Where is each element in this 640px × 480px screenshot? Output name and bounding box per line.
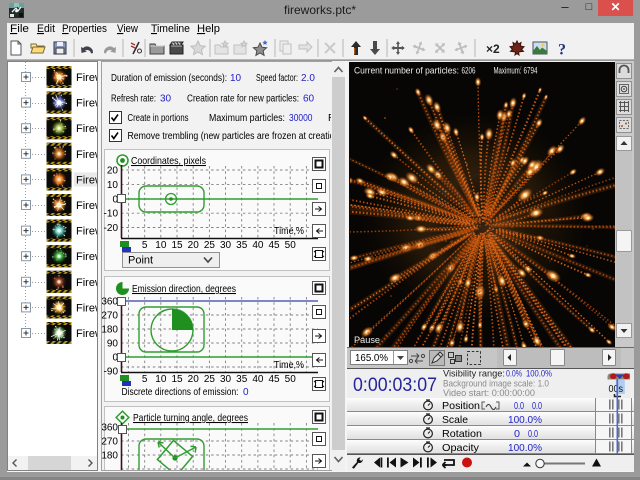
- svg-text:0: 0: [514, 428, 520, 440]
- svg-text:00s: 00s: [609, 383, 624, 395]
- svg-text:90: 90: [107, 339, 119, 350]
- svg-text:360: 360: [102, 423, 118, 434]
- svg-text:Create in portions: Create in portions: [128, 113, 189, 124]
- svg-text:Edit: Edit: [37, 23, 55, 35]
- svg-text:100.0%: 100.0%: [508, 442, 542, 454]
- svg-text:30000: 30000: [289, 113, 313, 124]
- svg-text:Firew: Firew: [76, 200, 97, 212]
- svg-text:-20: -20: [104, 223, 119, 234]
- svg-text:-10: -10: [104, 209, 119, 220]
- svg-text:35: 35: [236, 240, 248, 251]
- svg-text:Properties: Properties: [62, 23, 107, 35]
- svg-text:×2: ×2: [486, 42, 500, 56]
- svg-text:?: ?: [558, 42, 566, 59]
- svg-text:20: 20: [107, 166, 119, 177]
- svg-text:15: 15: [171, 240, 183, 251]
- svg-text:Particle turning angle, degree: Particle turning angle, degrees: [133, 412, 248, 424]
- svg-text:Creation rate for new particle: Creation rate for new particles:: [187, 94, 299, 105]
- svg-text:270: 270: [102, 311, 118, 322]
- svg-text:60: 60: [303, 94, 315, 105]
- svg-text:Point: Point: [128, 255, 153, 267]
- svg-text:0:00:03:07: 0:00:03:07: [353, 375, 437, 396]
- svg-text:Firew: Firew: [76, 328, 97, 340]
- svg-text:Firew: Firew: [76, 149, 97, 161]
- svg-text:165.0%: 165.0%: [355, 352, 388, 364]
- svg-text:R: R: [328, 113, 331, 124]
- svg-text:Firew: Firew: [76, 98, 97, 110]
- svg-text:Firew: Firew: [76, 174, 97, 186]
- svg-text:5: 5: [142, 374, 148, 385]
- svg-text:Remove trembling (new particle: Remove trembling (new particles are froz…: [128, 131, 332, 142]
- svg-text:40: 40: [252, 374, 264, 385]
- svg-text:0.0: 0.0: [532, 400, 542, 412]
- svg-text:5: 5: [142, 240, 148, 251]
- svg-text:Firew: Firew: [76, 123, 97, 135]
- svg-text:Firew: Firew: [76, 226, 97, 238]
- svg-text:2.0: 2.0: [301, 73, 315, 84]
- svg-text:Emission direction, degrees: Emission direction, degrees: [132, 283, 236, 295]
- svg-text:20: 20: [188, 240, 200, 251]
- svg-text:180: 180: [102, 325, 118, 336]
- svg-text:25: 25: [204, 240, 216, 251]
- svg-text:0.0: 0.0: [528, 428, 538, 440]
- svg-text:Firew: Firew: [76, 251, 97, 263]
- svg-text:Position: Position: [442, 400, 480, 412]
- svg-text:30: 30: [160, 94, 172, 105]
- svg-text:30: 30: [220, 240, 232, 251]
- svg-text:0.0: 0.0: [514, 400, 524, 412]
- svg-text:35: 35: [236, 374, 248, 385]
- svg-text:View: View: [117, 23, 138, 35]
- svg-text:6794: 6794: [524, 66, 538, 77]
- svg-text:Time,%: Time,%: [274, 226, 304, 237]
- svg-text:10: 10: [155, 374, 167, 385]
- svg-text:Firew: Firew: [76, 72, 97, 84]
- svg-text:Coordinates, pixels: Coordinates, pixels: [131, 155, 206, 167]
- svg-text:10: 10: [107, 180, 119, 191]
- svg-text:Rotation: Rotation: [442, 428, 482, 440]
- svg-text:6206: 6206: [462, 66, 476, 77]
- svg-text:50: 50: [285, 240, 297, 251]
- svg-text:40: 40: [252, 240, 264, 251]
- svg-text:15: 15: [171, 374, 183, 385]
- svg-text:Discrete directions of emissio: Discrete directions of emission:: [122, 387, 239, 398]
- svg-text:Firew: Firew: [76, 277, 97, 289]
- svg-text:180: 180: [102, 451, 118, 462]
- svg-text:0: 0: [243, 387, 249, 398]
- svg-text:100.0%: 100.0%: [508, 414, 542, 426]
- svg-text:Current number of particles:: Current number of particles:: [354, 66, 459, 77]
- svg-text:Maximum particles:: Maximum particles:: [209, 113, 285, 124]
- svg-text:30: 30: [220, 374, 232, 385]
- svg-text:Scale: Scale: [442, 414, 468, 426]
- svg-text:10: 10: [230, 73, 242, 84]
- svg-text:Help: Help: [197, 23, 220, 35]
- svg-text:Speed factor:: Speed factor:: [256, 73, 298, 84]
- svg-text:360: 360: [102, 297, 118, 308]
- svg-text:50: 50: [285, 374, 297, 385]
- svg-text:45: 45: [268, 374, 280, 385]
- svg-text:25: 25: [204, 374, 216, 385]
- svg-text:Refresh rate:: Refresh rate:: [111, 94, 156, 105]
- svg-text:Video start: 0:00:00:00: Video start: 0:00:00:00: [443, 388, 535, 398]
- svg-text:Duration of emission (seconds): Duration of emission (seconds):: [111, 73, 227, 84]
- svg-text:Firew: Firew: [76, 302, 97, 314]
- svg-text:45: 45: [268, 240, 280, 251]
- svg-text:Pause: Pause: [354, 335, 380, 346]
- svg-text:-90: -90: [104, 367, 119, 378]
- svg-text:Time,%: Time,%: [274, 360, 304, 371]
- svg-text:File: File: [10, 23, 29, 35]
- svg-text:Opacity: Opacity: [442, 442, 480, 454]
- svg-text:Maximum:: Maximum:: [494, 66, 522, 77]
- svg-text:20: 20: [188, 374, 200, 385]
- svg-text:270: 270: [102, 437, 118, 448]
- svg-text:10: 10: [155, 240, 167, 251]
- svg-text:Timeline: Timeline: [151, 23, 190, 35]
